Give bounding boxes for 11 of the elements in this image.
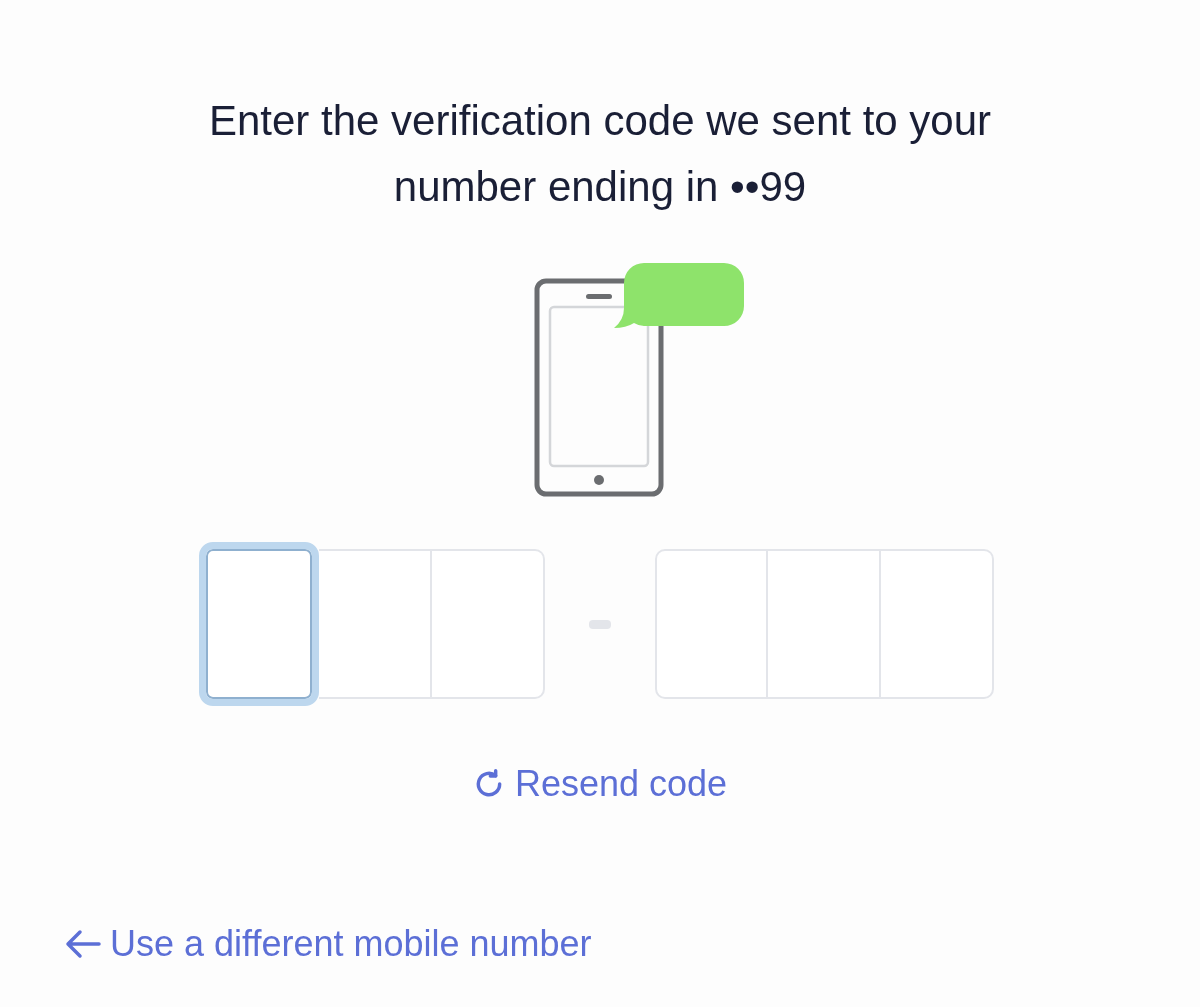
code-digit-field[interactable]: [432, 549, 545, 699]
different-number-link[interactable]: Use a different mobile number: [64, 917, 592, 971]
code-digit-field[interactable]: [655, 549, 768, 699]
back-arrow-icon: [64, 928, 102, 960]
code-digit-field[interactable]: [319, 549, 432, 699]
resend-code-link[interactable]: Resend code: [472, 757, 728, 811]
instruction-heading: Enter the verification code we sent to your number ending in ••99: [207, 96, 993, 212]
code-digit-field[interactable]: [199, 542, 319, 706]
separator-dash: [589, 619, 611, 629]
code-digit-field[interactable]: [881, 549, 994, 699]
code-digit-field[interactable]: [768, 549, 881, 699]
